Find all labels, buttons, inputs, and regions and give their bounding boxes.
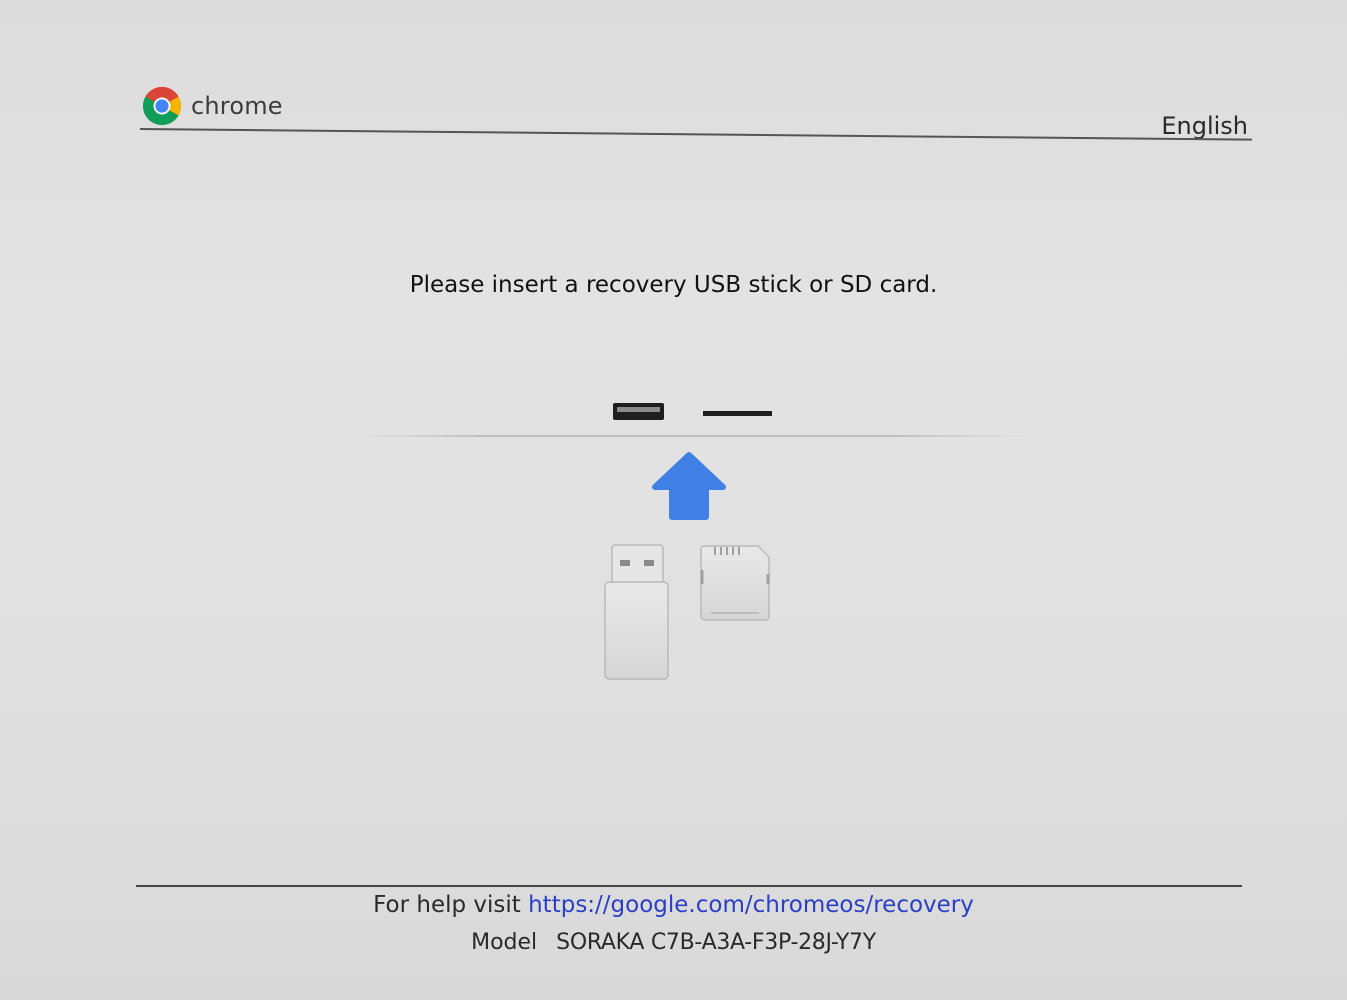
- usb-port-icon: [613, 403, 664, 420]
- device-edge: [350, 435, 1030, 437]
- help-line: For help visit https://google.com/chrome…: [0, 892, 1347, 918]
- up-arrow-icon: [652, 452, 726, 520]
- header: chrome English: [139, 84, 1252, 150]
- footer-divider: [136, 885, 1242, 887]
- header-divider: [139, 128, 1252, 141]
- chrome-logo-icon: [142, 86, 182, 126]
- sd-slot-icon: [703, 411, 772, 416]
- model-value: SORAKA C7B-A3A-F3P-28J-Y7Y: [556, 930, 876, 955]
- model-label: Model: [471, 930, 538, 955]
- language-selector[interactable]: English: [1161, 112, 1248, 140]
- insert-media-illustration: [350, 403, 1030, 680]
- sd-card-icon: [700, 545, 770, 621]
- usb-stick-icon: [604, 544, 669, 680]
- help-prefix: For help visit: [373, 892, 521, 918]
- help-link[interactable]: https://google.com/chromeos/recovery: [528, 892, 974, 918]
- brand-name: chrome: [191, 92, 283, 120]
- chrome-logo: chrome: [142, 86, 283, 126]
- model-info: Model SORAKA C7B-A3A-F3P-28J-Y7Y: [0, 930, 1347, 955]
- recovery-instruction: Please insert a recovery USB stick or SD…: [409, 272, 938, 298]
